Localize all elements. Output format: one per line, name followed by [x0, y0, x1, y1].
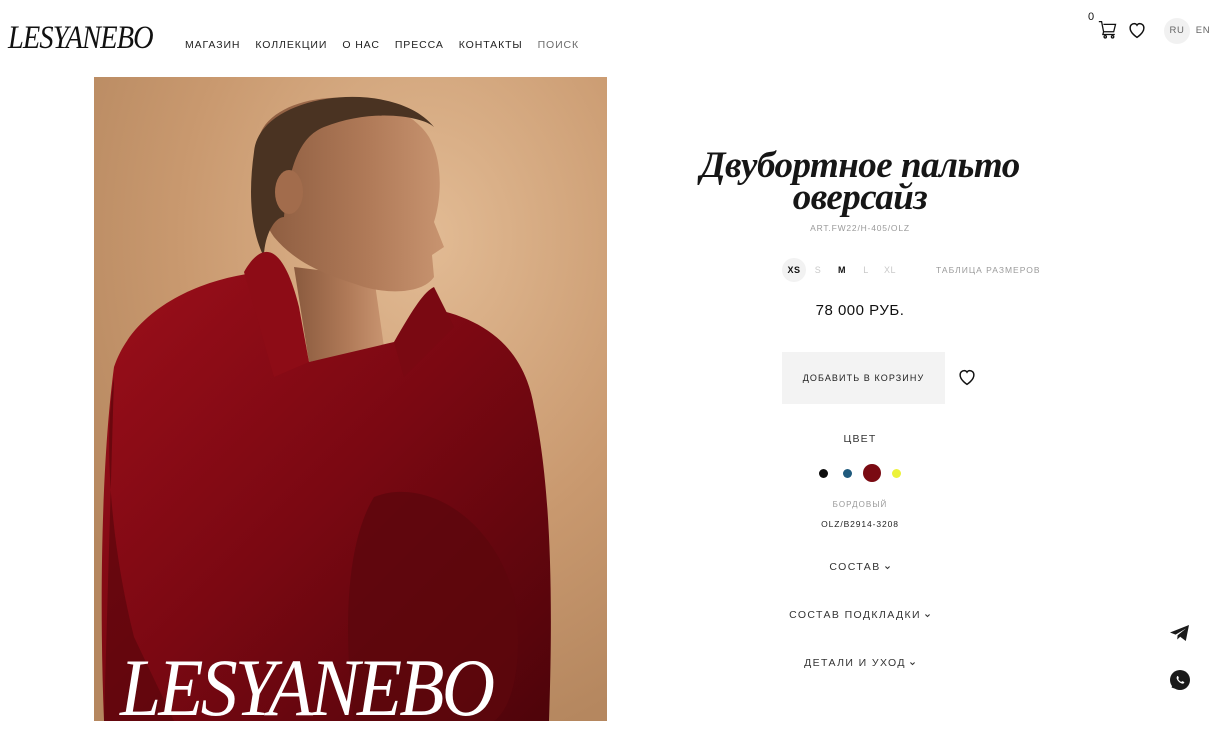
- selected-color-name: БОРДОВЫЙ: [832, 500, 888, 509]
- nav-item-shop[interactable]: МАГАЗИН: [185, 39, 240, 51]
- nav-item-about[interactable]: О НАС: [342, 39, 380, 51]
- size-option-l[interactable]: L: [854, 258, 878, 282]
- accordion-details-care-label: ДЕТАЛИ И УХОД: [804, 657, 906, 669]
- whatsapp-icon[interactable]: [1168, 668, 1192, 692]
- chevron-down-icon: [884, 565, 890, 570]
- color-swatch-black[interactable]: [819, 469, 828, 478]
- color-swatch-burgundy[interactable]: [863, 464, 881, 482]
- model-photo: [94, 77, 607, 721]
- nav-item-press[interactable]: ПРЕССА: [395, 39, 444, 51]
- main-nav: МАГАЗИН КОЛЛЕКЦИИ О НАС ПРЕССА КОНТАКТЫ …: [185, 39, 594, 51]
- accordion-lining[interactable]: СОСТАВ ПОДКЛАДКИ: [760, 609, 960, 621]
- chevron-down-icon: [909, 661, 915, 666]
- hero-overlay-logo: LESYANEBO: [120, 642, 495, 722]
- language-switcher: RU EN: [1164, 18, 1212, 44]
- telegram-icon[interactable]: [1168, 621, 1192, 645]
- size-option-m[interactable]: M: [830, 258, 854, 282]
- nav-item-contacts[interactable]: КОНТАКТЫ: [459, 39, 523, 51]
- accordion-composition-label: СОСТАВ: [829, 561, 881, 573]
- cart-icon[interactable]: [1097, 17, 1119, 41]
- size-option-xl[interactable]: XL: [878, 258, 902, 282]
- nav-item-collections[interactable]: КОЛЛЕКЦИИ: [255, 39, 327, 51]
- product-price: 78 000 РУБ.: [815, 302, 905, 319]
- size-option-s[interactable]: S: [806, 258, 830, 282]
- size-selector: XS S M L XL: [782, 258, 902, 282]
- product-image[interactable]: LESYANEBO: [94, 77, 607, 721]
- accordion-details-care[interactable]: ДЕТАЛИ И УХОД: [760, 657, 960, 669]
- color-heading: ЦВЕТ: [843, 433, 877, 445]
- site-logo[interactable]: LESYANEBO: [8, 18, 154, 58]
- add-to-cart-button[interactable]: ДОБАВИТЬ В КОРЗИНУ: [782, 352, 945, 404]
- size-table-link[interactable]: ТАБЛИЦА РАЗМЕРОВ: [936, 265, 1041, 275]
- color-swatch-blue[interactable]: [843, 469, 852, 478]
- accordion-composition[interactable]: СОСТАВ: [760, 561, 960, 573]
- accordion-lining-label: СОСТАВ ПОДКЛАДКИ: [789, 609, 921, 621]
- product-title: Двубортное пальто оверсайз: [640, 147, 1080, 216]
- add-to-favorites-heart-icon[interactable]: [956, 366, 978, 388]
- color-code: OLZ/B2914-3208: [821, 519, 899, 529]
- lang-ru[interactable]: RU: [1164, 18, 1190, 44]
- lang-en[interactable]: EN: [1190, 18, 1212, 44]
- heart-icon[interactable]: [1126, 19, 1148, 41]
- chevron-down-icon: [924, 613, 930, 618]
- size-option-xs[interactable]: XS: [782, 258, 806, 282]
- product-article: ART.FW22/H-405/OLZ: [810, 223, 910, 233]
- nav-item-search[interactable]: ПОИСК: [538, 39, 579, 51]
- product-title-line2: оверсайз: [792, 177, 928, 218]
- color-swatch-yellow[interactable]: [892, 469, 901, 478]
- cart-count: 0: [1088, 11, 1095, 23]
